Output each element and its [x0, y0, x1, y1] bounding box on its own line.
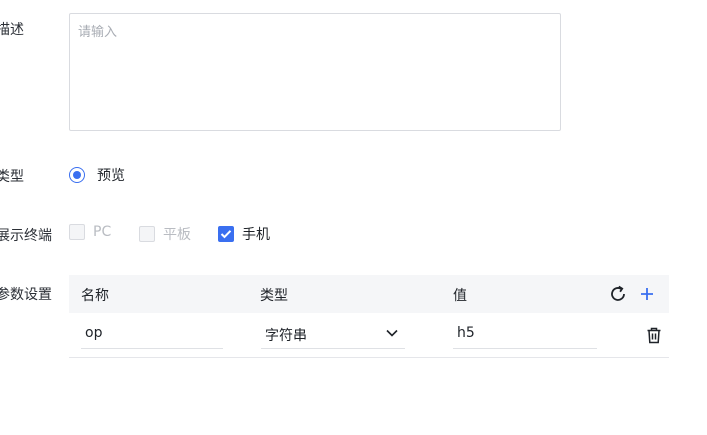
- params-table: 名称 类型 值 op 字符串 h5: [69, 275, 669, 358]
- plus-icon[interactable]: [637, 284, 657, 304]
- header-type: 类型: [260, 288, 288, 304]
- chevron-down-icon: [385, 326, 399, 340]
- check-icon[interactable]: [218, 226, 234, 242]
- params-label: 参数设置: [0, 287, 52, 303]
- description-label: 描述: [0, 22, 24, 38]
- param-type-value: 字符串: [265, 328, 307, 344]
- param-name-input[interactable]: op: [81, 321, 223, 349]
- type-option-label: 预览: [97, 168, 125, 184]
- terminal-label-mobile: 手机: [242, 227, 270, 243]
- terminal-label-tablet: 平板: [163, 227, 191, 243]
- terminal-checkbox-mobile[interactable]: 手机: [218, 224, 270, 244]
- radio-selected-icon[interactable]: [69, 167, 85, 183]
- param-value-input[interactable]: h5: [453, 321, 597, 349]
- terminal-label-pc: PC: [93, 224, 112, 240]
- header-name: 名称: [81, 288, 109, 304]
- description-textarea[interactable]: 请输入: [69, 13, 561, 131]
- checkbox-unchecked-icon[interactable]: [139, 226, 155, 242]
- params-table-header: 名称 类型 值: [69, 275, 669, 313]
- checkbox-unchecked-icon[interactable]: [69, 224, 85, 240]
- header-value: 值: [453, 288, 467, 304]
- terminal-checkbox-tablet[interactable]: 平板: [139, 224, 191, 244]
- refresh-icon[interactable]: [608, 284, 628, 304]
- param-type-select[interactable]: 字符串: [261, 321, 405, 349]
- terminals-label: 展示终端: [0, 228, 52, 244]
- type-label: 类型: [0, 169, 24, 185]
- trash-icon[interactable]: [645, 326, 663, 344]
- type-radio-preview[interactable]: 预览: [69, 165, 125, 185]
- terminal-checkbox-pc[interactable]: PC: [69, 224, 111, 240]
- table-row: op 字符串 h5: [69, 313, 669, 358]
- description-placeholder: 请输入: [78, 25, 118, 40]
